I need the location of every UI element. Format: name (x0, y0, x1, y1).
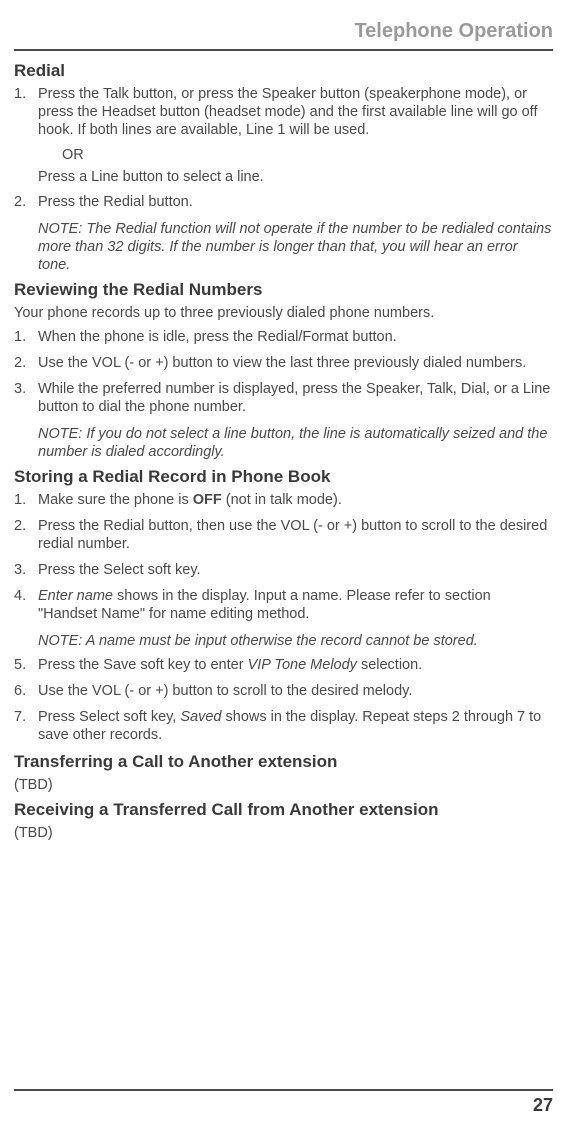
reviewing-step-3: While the preferred number is displayed,… (14, 380, 553, 416)
redial-or-line: Press a Line button to select a line. (14, 169, 553, 185)
step5-text-c: selection. (357, 657, 422, 673)
reviewing-note: NOTE: If you do not select a line button… (14, 425, 553, 461)
step7-text-a: Press Select soft key, (38, 709, 180, 725)
page-number: 27 (14, 1089, 553, 1116)
storing-note: NOTE: A name must be input otherwise the… (14, 632, 553, 650)
redial-steps: Press the Talk button, or press the Spea… (14, 85, 553, 139)
storing-step-7: Press Select soft key, Saved shows in th… (14, 708, 553, 744)
step1-text-off: OFF (193, 492, 222, 508)
redial-steps-2: Press the Redial button. (14, 193, 553, 211)
step4-enter-name: Enter name (38, 588, 113, 604)
reviewing-step-2: Use the VOL (- or +) button to view the … (14, 354, 553, 372)
storing-step-6: Use the VOL (- or +) button to scroll to… (14, 682, 553, 700)
step1-text-c: (not in talk mode). (222, 492, 342, 508)
transferring-body: (TBD) (14, 776, 553, 794)
reviewing-intro: Your phone records up to three previousl… (14, 304, 553, 322)
storing-step-4: Enter name shows in the display. Input a… (14, 587, 553, 623)
step5-vip-tone: VIP Tone Melody (248, 657, 357, 673)
reviewing-steps: When the phone is idle, press the Redial… (14, 328, 553, 417)
redial-note: NOTE: The Redial function will not opera… (14, 220, 553, 274)
reviewing-step-1: When the phone is idle, press the Redial… (14, 328, 553, 346)
heading-redial: Redial (14, 61, 553, 81)
storing-step-2: Press the Redial button, then use the VO… (14, 517, 553, 553)
redial-step-2: Press the Redial button. (14, 193, 553, 211)
receiving-body: (TBD) (14, 824, 553, 842)
heading-transferring: Transferring a Call to Another extension (14, 752, 553, 772)
storing-steps-5: Press the Save soft key to enter VIP Ton… (14, 656, 553, 745)
step7-saved: Saved (180, 709, 221, 725)
redial-or: OR (14, 147, 553, 163)
storing-step-5: Press the Save soft key to enter VIP Ton… (14, 656, 553, 674)
step1-text-a: Make sure the phone is (38, 492, 193, 508)
storing-step-1: Make sure the phone is OFF (not in talk … (14, 491, 553, 509)
header-title: Telephone Operation (14, 20, 553, 51)
heading-storing: Storing a Redial Record in Phone Book (14, 467, 553, 487)
step5-text-a: Press the Save soft key to enter (38, 657, 248, 673)
storing-steps: Make sure the phone is OFF (not in talk … (14, 491, 553, 624)
storing-step-3: Press the Select soft key. (14, 561, 553, 579)
redial-step-1: Press the Talk button, or press the Spea… (14, 85, 553, 139)
heading-reviewing: Reviewing the Redial Numbers (14, 280, 553, 300)
heading-receiving: Receiving a Transferred Call from Anothe… (14, 800, 553, 820)
